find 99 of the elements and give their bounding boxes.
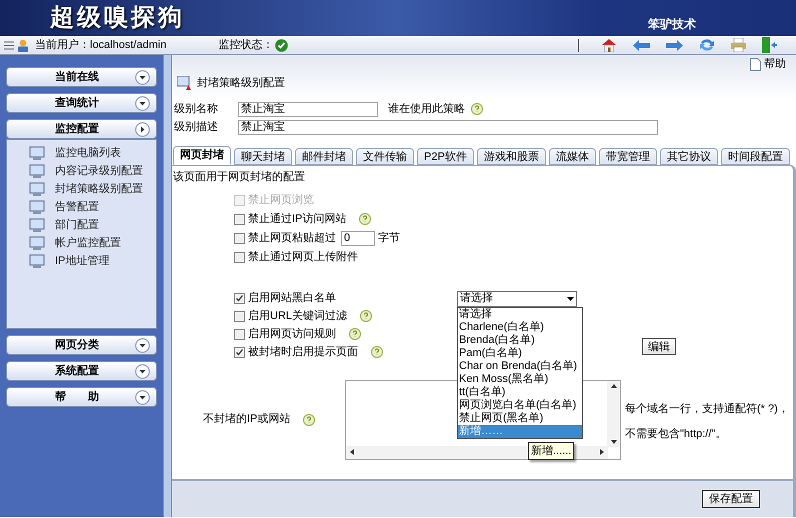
checkbox[interactable] [234,292,245,304]
page-title: 封堵策略级别配置 [197,76,285,91]
sidebar-item[interactable]: 封堵策略级别配置 [55,181,143,198]
home-icon[interactable] [601,38,618,52]
config-icon [29,254,45,269]
edit-button[interactable]: 编辑 [642,338,676,354]
sidebar-item[interactable]: 部门配置 [55,217,99,234]
exit-door-icon[interactable] [762,37,778,53]
dropdown-option[interactable]: Char on Brenda(白名单) [458,360,582,372]
unit-label: 字节 [378,230,400,246]
description-field[interactable]: 禁止淘宝 [238,120,658,134]
vertical-scrollbar[interactable] [607,380,620,446]
list-select[interactable]: 请选择 [457,290,577,306]
printer-icon[interactable] [731,38,746,52]
dropdown-option[interactable]: Brenda(白名单) [458,334,582,346]
sidebar-section-button[interactable]: 系统配置 [6,361,157,381]
checkbox[interactable] [234,214,245,224]
sidebar-section-button[interactable]: 当前在线 [6,67,157,87]
option-label: 被封堵时启用提示页面 [248,344,358,360]
tab[interactable]: 流媒体 [548,148,596,165]
field-label: 级别名称 [174,102,219,117]
back-arrow-icon[interactable] [633,40,650,50]
help-icon[interactable] [360,310,372,322]
scroll-up-icon[interactable] [610,384,616,388]
dropdown-option[interactable]: Pam(白名单) [458,346,582,360]
sidebar-section-button[interactable]: 查询统计 [6,93,157,113]
dropdown-option[interactable]: 新增…… [458,424,582,438]
sidebar-item[interactable]: IP地址管理 [55,253,110,270]
field-label: 级别描述 [174,120,219,135]
tab[interactable]: 时间段配置 [720,148,790,165]
sidebar-item[interactable]: 告警配置 [55,199,99,216]
option-label: 禁止网页浏览 [248,192,314,208]
tab[interactable]: 聊天封堵 [234,148,292,165]
sidebar-item[interactable]: 监控电脑列表 [55,145,121,162]
scroll-down-icon[interactable] [610,440,616,444]
tooltip: 新增...... [528,442,574,460]
config-icon [29,200,45,215]
name-field[interactable]: 禁止淘宝 [238,102,378,116]
checkbox[interactable] [234,328,245,340]
dropdown-option[interactable]: 网页浏览白名单(白名单) [458,398,582,412]
byte-limit-field[interactable]: 0 [341,230,375,246]
checkbox[interactable] [234,252,245,262]
tab[interactable]: 带宽管理 [598,148,657,165]
checkbox[interactable] [234,310,245,322]
dropdown-option[interactable]: 禁止网页(黑名单) [458,412,582,424]
monitor-status-label: 监控状态： [218,38,274,53]
document-icon [750,58,761,71]
dropdown-option[interactable]: 请选择 [458,308,582,320]
config-icon [29,146,45,161]
help-icon[interactable] [471,103,483,115]
tab[interactable]: 文件传输 [356,148,414,165]
splitter-bar[interactable] [163,55,172,517]
option-label: 禁止通过网页上传附件 [248,250,358,265]
page-description: 该页面用于网页封堵的配置 [173,170,306,185]
option-label: 启用网站黑白名单 [248,290,336,306]
app-title: 超级嗅探狗 [50,3,185,33]
current-user: 当前用户：localhost/admin [35,38,166,53]
checkbox[interactable] [234,346,245,358]
help-icon[interactable] [349,328,361,340]
menu-icon[interactable] [4,40,14,50]
checkbox[interactable] [234,232,245,244]
refresh-icon[interactable] [699,38,716,52]
policy-icon [177,76,191,90]
help-icon[interactable] [371,346,383,358]
sidebar-item[interactable]: 内容记录级别配置 [55,163,143,180]
tab[interactable]: 邮件封堵 [295,148,353,165]
exempt-hint: 每个域名一行，支持通配符(* ?)， [625,402,789,417]
config-icon [29,182,45,197]
sidebar-section-button[interactable]: 网页分类 [6,335,157,355]
tab[interactable]: P2P软件 [417,148,474,165]
config-icon [29,164,45,179]
help-icon[interactable] [359,213,372,225]
forward-arrow-icon[interactable] [666,40,684,50]
config-icon [29,236,45,251]
dropdown-option[interactable]: tt(白名单) [458,386,582,398]
scroll-right-icon[interactable] [600,449,604,455]
user-icon [17,38,29,52]
option-label: 禁止通过IP访问网站 [248,212,346,227]
tab[interactable]: 游戏和股票 [476,148,546,165]
tab[interactable]: 其它协议 [660,148,718,165]
sidebar-section-button[interactable]: 监控配置 [6,119,157,139]
option-label: 禁止网页粘贴超过 [248,230,336,246]
sidebar-item[interactable]: 帐户监控配置 [55,235,121,252]
exempt-label: 不封堵的IP或网站 [203,412,292,428]
option-label: 启用网页访问规则 [248,326,336,342]
dropdown-option[interactable]: Charlene(白名单) [458,320,582,334]
scroll-left-icon[interactable] [350,449,354,455]
save-button[interactable]: 保存配置 [702,490,760,508]
exempt-hint: 不需要包含"http://"。 [625,426,728,442]
check-icon [275,38,288,52]
help-link[interactable]: 帮助 [764,56,786,72]
config-icon [29,218,45,233]
help-icon[interactable] [303,414,315,426]
tab[interactable]: 网页封堵 [173,146,231,165]
sidebar-section-button[interactable]: 帮 助 [6,387,157,407]
company-name: 笨驴技术 [648,16,696,33]
dropdown-caret-icon [567,296,574,300]
users-link-text[interactable]: 谁在使用此策略 [388,100,465,118]
option-label: 启用URL关键词过滤 [248,308,348,324]
